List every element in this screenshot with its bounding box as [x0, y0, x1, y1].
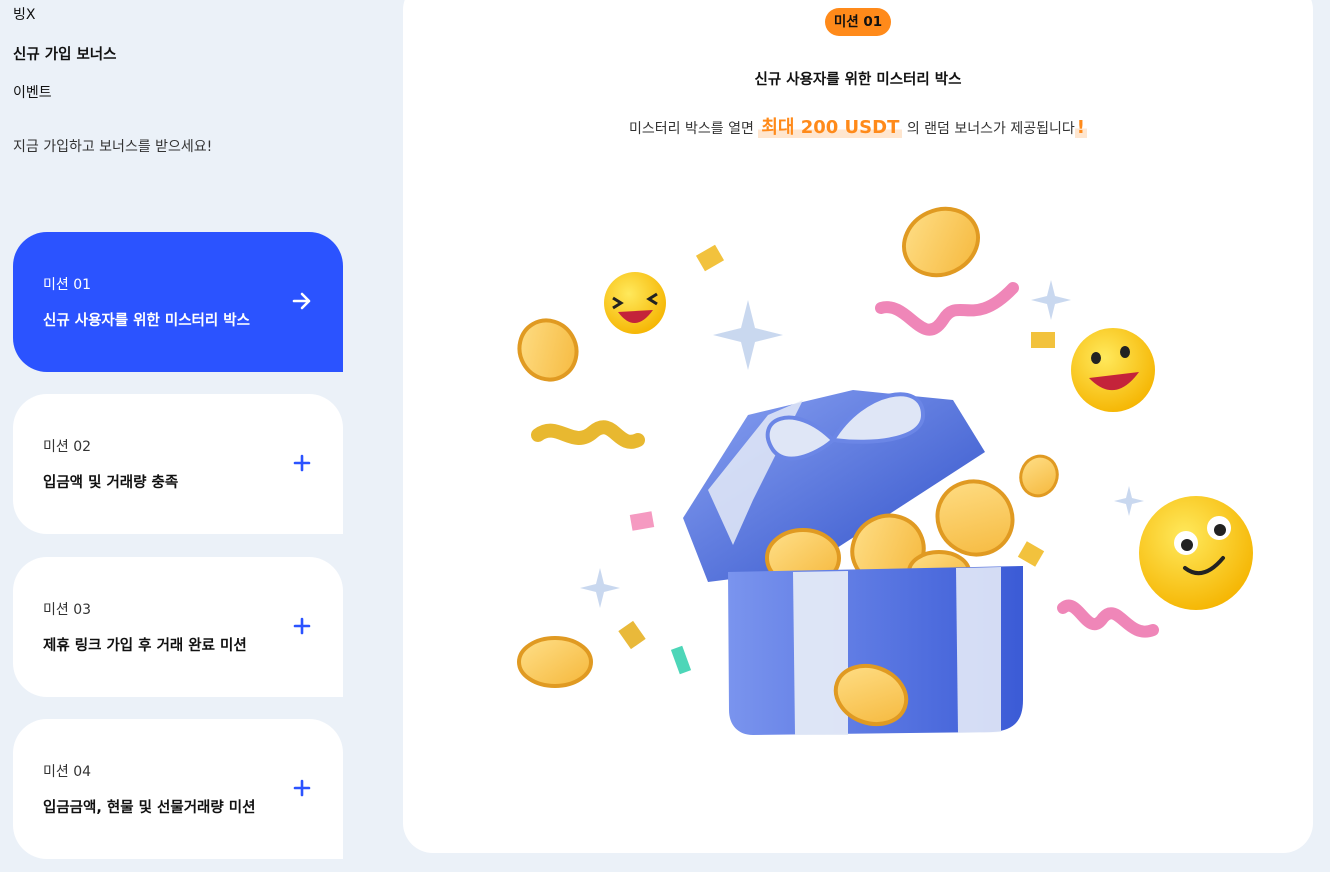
sparkle-icon: [580, 568, 620, 608]
breadcrumb-event[interactable]: 이벤트: [13, 82, 52, 102]
mission-name: 입금금액, 현물 및 선물거래량 미션: [43, 800, 256, 816]
mission-number: 미션 03: [43, 602, 92, 618]
smiling-emoji-icon: [1139, 496, 1253, 610]
mission-number: 미션 02: [43, 439, 92, 455]
arrow-right-icon: [292, 292, 311, 310]
coin: [517, 636, 593, 688]
mission-name: 입금액 및 거래량 충족: [43, 475, 179, 491]
sparkle-icon: [1031, 280, 1071, 320]
mission-name: 신규 사용자를 위한 미스터리 박스: [43, 313, 250, 329]
mission-badge: 미션 01: [825, 8, 891, 36]
laughing-emoji-icon: [604, 272, 666, 334]
mission-card-01[interactable]: 미션 01 신규 사용자를 위한 미스터리 박스: [13, 232, 343, 372]
plus-icon: [293, 617, 311, 635]
page-title: 신규 가입 보너스: [13, 47, 117, 63]
desc-exclamation: !: [1074, 117, 1087, 138]
pink-ribbon: [875, 282, 1019, 336]
mystery-box-illustration: [517, 206, 1253, 735]
mission-number: 미션 04: [43, 764, 92, 780]
coin: [1019, 454, 1059, 498]
plus-icon: [293, 779, 311, 797]
plus-icon: [293, 454, 311, 472]
confetti: [670, 645, 692, 675]
desc-text-before: 미스터리 박스를 열면: [629, 121, 754, 137]
mission-detail-description: 미스터리 박스를 열면 최대 200 USDT 의 랜덤 보너스가 제공됩니다!: [403, 113, 1313, 139]
mission-number: 미션 01: [43, 277, 92, 293]
mission-card-03[interactable]: 미션 03 제휴 링크 가입 후 거래 완료 미션: [13, 557, 343, 697]
coin: [902, 206, 980, 278]
confetti: [618, 620, 646, 650]
sparkle-icon: [713, 300, 783, 370]
confetti: [695, 244, 725, 272]
confetti: [1017, 541, 1045, 567]
gold-ribbon: [531, 420, 645, 449]
mission-name: 제휴 링크 가입 후 거래 완료 미션: [43, 638, 247, 654]
desc-text-after: 의 랜덤 보너스가 제공됩니다: [906, 121, 1075, 137]
desc-highlight: 최대 200 USDT: [758, 117, 903, 138]
sparkle-icon: [1114, 486, 1144, 516]
mission-card-02[interactable]: 미션 02 입금액 및 거래량 충족: [13, 394, 343, 534]
mission-detail-panel: 미션 01 신규 사용자를 위한 미스터리 박스 미스터리 박스를 열면 최대 …: [403, 0, 1313, 853]
coin: [517, 318, 579, 382]
mission-card-04[interactable]: 미션 04 입금금액, 현물 및 선물거래량 미션: [13, 719, 343, 859]
page-tagline: 지금 가입하고 보너스를 받으세요!: [13, 139, 213, 155]
confetti: [1031, 332, 1055, 348]
mission-detail-title: 신규 사용자를 위한 미스터리 박스: [754, 72, 962, 88]
pink-ribbon: [1057, 599, 1159, 638]
breadcrumb-brand[interactable]: 빙X: [13, 4, 35, 24]
happy-emoji-icon: [1071, 328, 1155, 412]
confetti: [629, 511, 655, 531]
